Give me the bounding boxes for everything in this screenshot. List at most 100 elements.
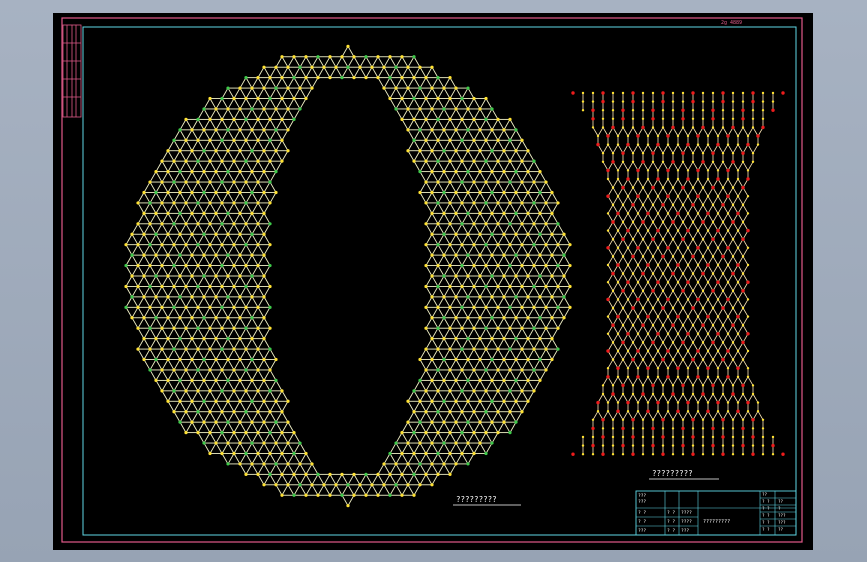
- torus-atom: [316, 55, 320, 59]
- title-cell-r0c2: ????: [681, 510, 692, 516]
- torus-atom: [214, 107, 218, 111]
- tube-atom: [751, 117, 755, 121]
- torus-atom: [418, 399, 422, 403]
- torus-atom: [148, 305, 152, 309]
- tube-atom: [636, 315, 640, 318]
- torus-atom: [556, 243, 560, 247]
- revision-strip: [62, 24, 82, 118]
- tube-atom: [591, 435, 595, 439]
- tube-atom: [721, 341, 725, 344]
- tube-atom: [681, 100, 685, 103]
- tube-atom: [651, 185, 655, 190]
- torus-atom: [478, 107, 482, 111]
- torus-atom: [268, 472, 272, 476]
- tube-atom: [761, 100, 765, 103]
- torus-atom: [142, 316, 146, 320]
- tube-atom: [721, 272, 725, 275]
- tube-atom: [691, 109, 695, 112]
- tube-atom: [741, 358, 745, 361]
- torus-atom: [208, 410, 212, 414]
- torus-atom: [442, 316, 446, 320]
- title-block: ? ? ? ? ???? ? ? ? ? ???? ??? ? ? ??? ??…: [635, 490, 797, 536]
- tube-atom: [671, 418, 675, 421]
- torus-atom: [412, 472, 416, 476]
- torus-atom: [250, 462, 254, 466]
- torus-atom: [220, 201, 224, 205]
- torus-atom: [226, 170, 230, 174]
- torus-atom: [202, 337, 206, 341]
- torus-atom: [472, 138, 476, 142]
- tube-atom: [671, 203, 675, 206]
- torus-atom: [544, 368, 548, 372]
- torus-atom: [472, 451, 476, 456]
- torus-atom: [442, 357, 446, 362]
- torus-atom: [430, 211, 434, 215]
- torus-atom: [400, 117, 404, 121]
- torus-atom: [166, 357, 170, 362]
- cad-viewport[interactable]: 2g 4889 ????????? ????????? ? ? ? ? ????…: [53, 13, 813, 550]
- torus-atom: [208, 222, 212, 226]
- tube-atom: [646, 409, 650, 413]
- torus-atom: [454, 357, 458, 362]
- torus-atom: [214, 170, 218, 174]
- torus-atom: [274, 378, 278, 382]
- torus-atom: [238, 128, 242, 132]
- torus-atom: [436, 243, 440, 247]
- torus-atom: [136, 326, 140, 330]
- torus-atom: [508, 138, 512, 142]
- tube-atom: [661, 99, 665, 104]
- torus-atom: [430, 65, 434, 69]
- tube-atom: [621, 426, 625, 431]
- torus-atom: [448, 76, 452, 80]
- tube-atom: [741, 426, 745, 431]
- torus-atom: [340, 493, 344, 497]
- torus-atom: [286, 107, 290, 111]
- torus-atom: [202, 253, 206, 257]
- torus-atom: [226, 337, 230, 341]
- torus-atom: [208, 117, 212, 121]
- tube-atom: [746, 315, 750, 318]
- tube-atom: [611, 160, 615, 164]
- tube-atom: [616, 366, 620, 370]
- torus-atom: [208, 389, 212, 393]
- tube-atom: [676, 366, 680, 370]
- torus-atom: [496, 431, 500, 435]
- torus-atom: [238, 441, 242, 445]
- torus-atom: [460, 96, 464, 101]
- torus-atom: [532, 222, 536, 226]
- torus-atom: [220, 138, 224, 142]
- tube-atom: [711, 383, 715, 388]
- torus-atom: [286, 441, 290, 445]
- torus-atom: [196, 117, 200, 121]
- tube-atom: [781, 452, 785, 456]
- torus-atom: [508, 243, 512, 247]
- torus-atom: [262, 107, 266, 111]
- torus-atom: [166, 295, 170, 299]
- torus-atom: [418, 86, 422, 90]
- torus-atom: [142, 211, 146, 215]
- torus-atom: [526, 211, 530, 215]
- tube-atom: [611, 341, 615, 344]
- tube-atom: [611, 100, 615, 103]
- tube-atom: [701, 435, 705, 439]
- torus-atom: [268, 117, 272, 121]
- tube-atom: [756, 134, 760, 138]
- tube-atom: [721, 392, 725, 396]
- torus-atom: [244, 180, 248, 184]
- torus-atom: [328, 472, 332, 476]
- tube-atom: [736, 229, 740, 232]
- torus-atom: [166, 170, 170, 174]
- tube-atom: [631, 418, 635, 422]
- torus-atom: [172, 138, 176, 142]
- torus-atom: [478, 128, 482, 132]
- torus-atom: [238, 190, 242, 195]
- torus-atom: [322, 483, 326, 487]
- torus-atom: [238, 253, 242, 257]
- torus-atom: [220, 284, 224, 289]
- torus-atom: [262, 483, 266, 487]
- tube-atom: [611, 117, 615, 121]
- tube-atom: [621, 126, 625, 129]
- figure-caption-right: ?????????: [652, 469, 693, 478]
- tube-atom: [771, 100, 775, 103]
- title-cell-r1c2: ????: [681, 519, 692, 525]
